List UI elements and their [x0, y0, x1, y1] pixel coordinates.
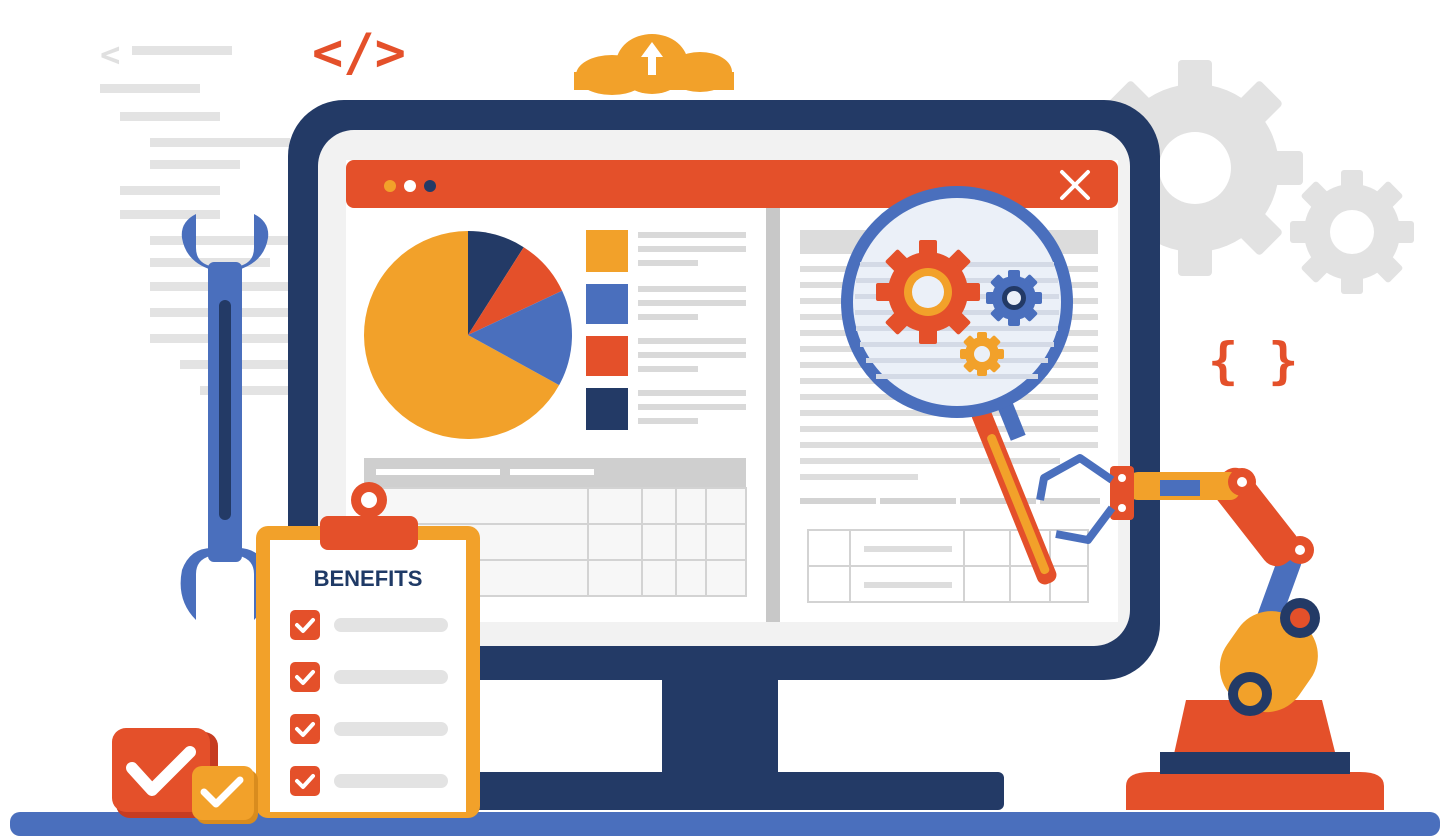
legend-swatch	[586, 336, 628, 376]
checkmark-icon	[112, 728, 258, 824]
pie-chart	[364, 231, 572, 440]
checkbox-icon	[290, 714, 320, 744]
code-lines-decoration: <	[100, 35, 300, 395]
monitor-stand	[458, 670, 1004, 810]
window-divider	[766, 208, 780, 622]
illustration-scene: < </> {} BENEFITS	[10, 23, 1440, 836]
cloud-upload-icon	[574, 34, 734, 95]
checkbox-icon	[290, 766, 320, 796]
window-dot	[424, 180, 436, 192]
braces-icon: { }	[1208, 332, 1298, 390]
clipboard: BENEFITS	[256, 482, 480, 818]
checklist-line	[334, 618, 448, 632]
legend-swatch	[586, 284, 628, 324]
legend-swatch	[586, 388, 628, 430]
clipboard-title: BENEFITS	[314, 566, 423, 591]
back-arrow-glyph: <	[100, 35, 120, 75]
checklist-line	[334, 670, 448, 684]
checkbox-icon	[290, 610, 320, 640]
checklist-line	[334, 774, 448, 788]
window-dot	[404, 180, 416, 192]
window-dot	[384, 180, 396, 192]
legend-swatch	[586, 230, 628, 272]
code-tag-icon: </>	[312, 23, 406, 83]
checklist-line	[334, 722, 448, 736]
checkbox-icon	[290, 662, 320, 692]
